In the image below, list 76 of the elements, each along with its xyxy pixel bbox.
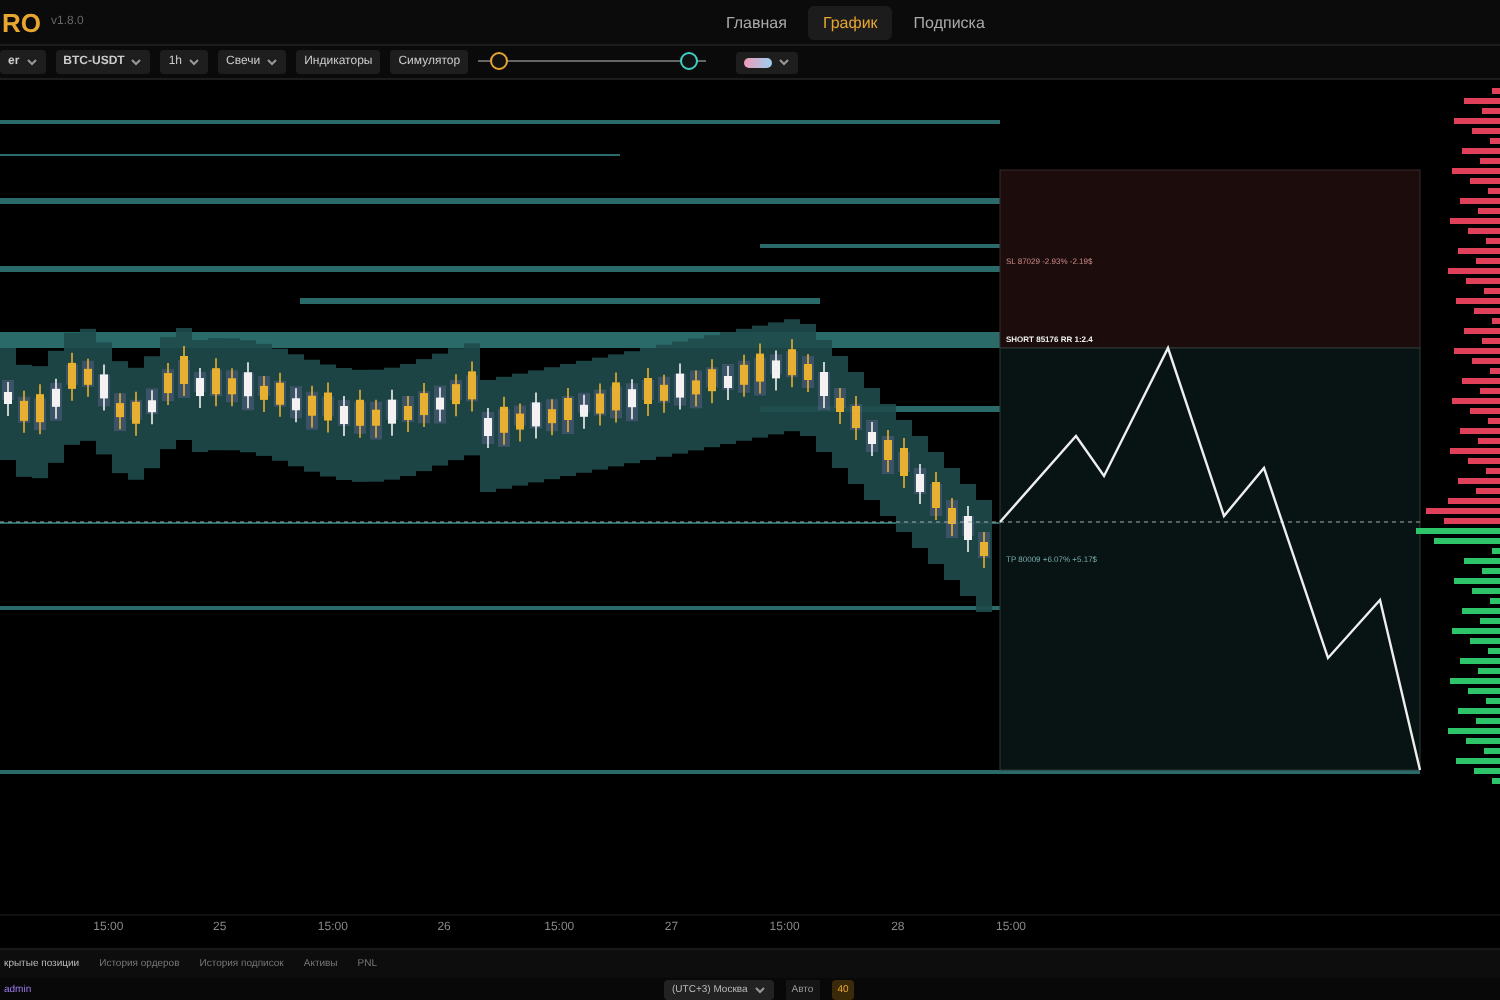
candle (612, 371, 620, 424)
candle (132, 391, 140, 437)
candle (260, 375, 268, 413)
candle (388, 388, 396, 437)
nav-tab[interactable]: Подписка (899, 6, 999, 40)
candle (164, 362, 172, 406)
candle (404, 395, 412, 433)
candle (452, 373, 460, 417)
nav-tab[interactable]: График (808, 6, 892, 40)
candle (36, 383, 44, 435)
candle (292, 387, 300, 424)
caret-icon (266, 58, 279, 66)
candle (244, 361, 252, 410)
candle (468, 360, 476, 413)
candle (788, 338, 796, 388)
candle (580, 394, 588, 430)
caret-icon (25, 58, 38, 66)
candle (84, 358, 92, 398)
candle (916, 463, 924, 505)
candle (740, 354, 748, 398)
candle (324, 381, 332, 434)
caret-icon (188, 58, 201, 66)
candle (180, 345, 188, 397)
candle (516, 402, 524, 443)
caret-icon (130, 58, 143, 66)
candle (756, 342, 764, 395)
candle (820, 361, 828, 409)
candle (948, 497, 956, 537)
candle (852, 395, 860, 441)
candle (772, 349, 780, 392)
candle (932, 471, 940, 521)
candle (228, 367, 236, 408)
range-slider[interactable] (478, 52, 707, 72)
candle (692, 369, 700, 408)
candle (484, 407, 492, 449)
slider-handle[interactable] (680, 52, 699, 70)
candle (148, 389, 156, 426)
caret-icon (753, 986, 766, 994)
candle (964, 505, 972, 553)
nav-tab[interactable]: Главная (712, 6, 801, 40)
caret-icon (778, 58, 791, 66)
candle (212, 357, 220, 407)
candle (196, 367, 204, 409)
candle (276, 371, 284, 418)
candle (548, 398, 556, 436)
candle (836, 387, 844, 425)
candle (676, 362, 684, 411)
candle (868, 421, 876, 457)
candle (356, 389, 364, 439)
candle (500, 396, 508, 446)
candle (980, 531, 988, 569)
candle (596, 382, 604, 427)
slider-handle[interactable] (490, 52, 509, 70)
color-scheme-dropdown[interactable] (736, 51, 799, 73)
candle (644, 367, 652, 417)
candle (660, 374, 668, 414)
candle (52, 378, 60, 420)
candle (628, 378, 636, 420)
app-logo: RO (2, 7, 41, 37)
candle (116, 392, 124, 430)
candle (564, 387, 572, 433)
candle (372, 398, 380, 439)
candle (20, 390, 28, 434)
candle (724, 365, 732, 401)
candle (900, 437, 908, 489)
candle (532, 391, 540, 440)
candle (100, 363, 108, 412)
candle (804, 353, 812, 393)
candle (436, 386, 444, 423)
candle (884, 429, 892, 473)
candle (4, 381, 12, 417)
candle (708, 358, 716, 404)
candle (68, 352, 76, 402)
candle (340, 395, 348, 437)
candle (308, 384, 316, 429)
candle (420, 382, 428, 428)
